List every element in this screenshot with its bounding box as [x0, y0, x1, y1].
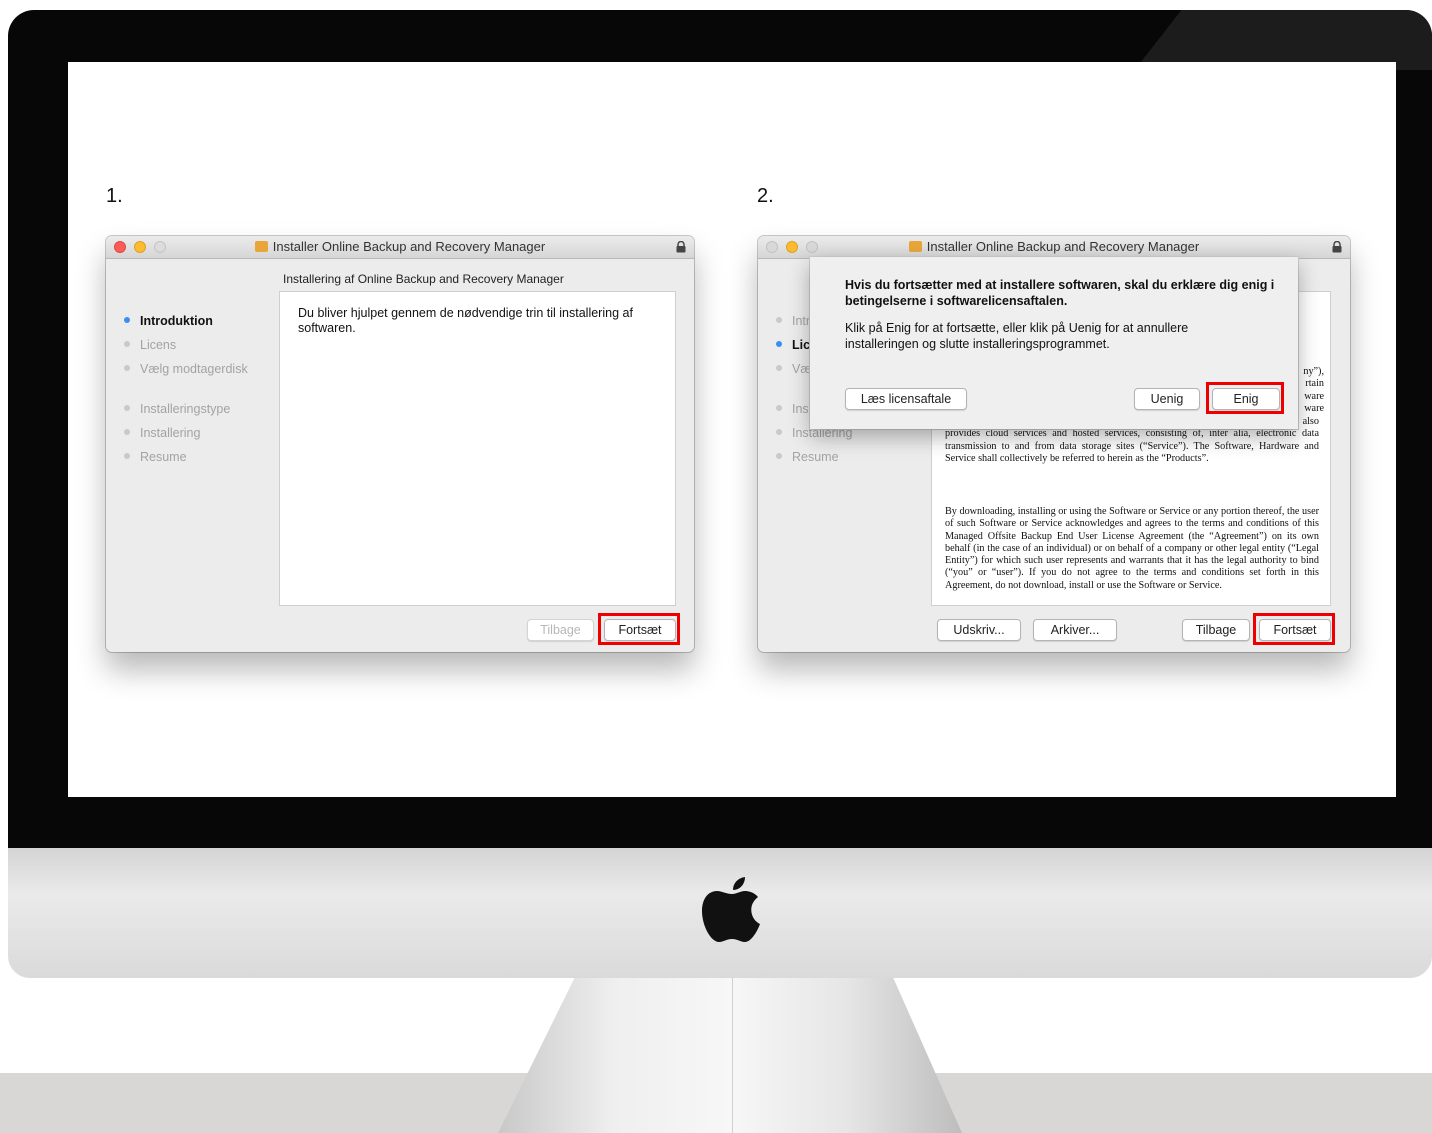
lock-icon: [1332, 241, 1342, 253]
installer-window-intro: Installer Online Backup and Recovery Man…: [106, 236, 694, 652]
nav-item-summary: Resume: [776, 450, 839, 464]
minimize-button[interactable]: [134, 241, 146, 253]
installer-subheading: Installering af Online Backup and Recove…: [283, 272, 564, 286]
nav-item-install-type: Ins: [776, 402, 809, 416]
back-button[interactable]: Tilbage: [527, 619, 594, 641]
window-title: Installer Online Backup and Recovery Man…: [926, 239, 1200, 254]
installer-window-license: Installer Online Backup and Recovery Man…: [758, 236, 1350, 652]
apple-logo: [702, 877, 760, 942]
intro-text: Du bliver hjulpet gennem de nødvendige t…: [298, 306, 633, 335]
nav-item-summary: Resume: [124, 450, 187, 464]
nav-item-installing: Installering: [124, 426, 200, 440]
nav-item-introduktion: Introduktion: [124, 314, 213, 328]
close-button[interactable]: [114, 241, 126, 253]
save-button[interactable]: Arkiver...: [1033, 619, 1117, 641]
license-agreement-sheet: Hvis du fortsætter med at installere sof…: [810, 257, 1298, 429]
imac-stand: [498, 975, 962, 1133]
sheet-message: Klik på Enig for at fortsætte, eller kli…: [845, 321, 1189, 351]
window-title: Installer Online Backup and Recovery Man…: [272, 239, 546, 254]
step-label-2: 2.: [757, 185, 774, 207]
close-button[interactable]: [766, 241, 778, 253]
read-license-button[interactable]: Læs licensaftale: [845, 388, 967, 410]
nav-item-destination: Væ: [776, 362, 811, 376]
zoom-button[interactable]: [154, 241, 166, 253]
nav-item-destination: Vælg modtagerdisk: [124, 362, 248, 376]
installer-package-icon: [908, 241, 922, 252]
print-button[interactable]: Udskriv...: [937, 619, 1021, 641]
window-titlebar: Installer Online Backup and Recovery Man…: [758, 236, 1350, 259]
nav-item-install-type: Installeringstype: [124, 402, 230, 416]
minimize-button[interactable]: [786, 241, 798, 253]
nav-item-introduktion: Intr: [776, 314, 810, 328]
intro-content-pane: Du bliver hjulpet gennem de nødvendige t…: [279, 291, 676, 606]
step-label-1: 1.: [106, 185, 123, 207]
back-button[interactable]: Tilbage: [1182, 619, 1250, 641]
window-titlebar: Installer Online Backup and Recovery Man…: [106, 236, 694, 259]
license-paragraph-2: By downloading, installing or using the …: [945, 506, 1319, 591]
highlight-continue: [1253, 613, 1335, 645]
sheet-heading: Hvis du fortsætter med at installere sof…: [845, 278, 1275, 308]
screen: 1. 2. Installer Online Backup and Recove…: [68, 62, 1396, 797]
disagree-button[interactable]: Uenig: [1134, 388, 1200, 410]
license-fragment: ny”), rtain ware ware: [1303, 366, 1324, 414]
nav-item-licens: Lic: [776, 338, 810, 352]
highlight-continue: [598, 613, 680, 645]
nav-item-licens: Licens: [124, 338, 176, 352]
zoom-button[interactable]: [806, 241, 818, 253]
highlight-agree: [1206, 382, 1284, 414]
installer-package-icon: [254, 241, 268, 252]
lock-icon: [676, 241, 686, 253]
